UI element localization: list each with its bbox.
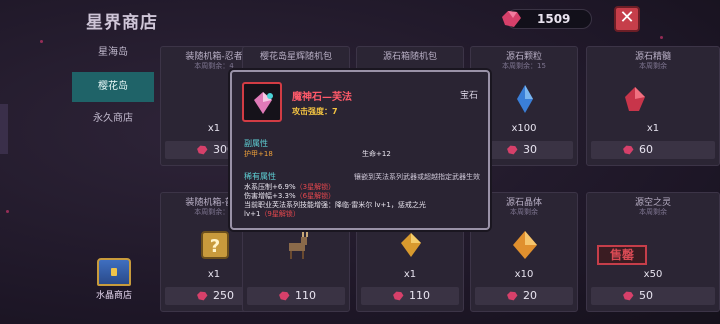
card-quantity: x1 <box>646 123 660 134</box>
shop-card[interactable]: 源石精髓 本周剩余 x1 60 <box>586 46 720 166</box>
item-type: 宝石 <box>459 91 478 101</box>
demon-gem-icon <box>254 92 273 114</box>
crystal-shop-button[interactable]: 水晶商店 <box>82 258 146 314</box>
sidebar-item-sakura-island[interactable]: 樱花岛 <box>72 72 154 102</box>
sidebar-item-star-sea-island[interactable]: 星海岛 <box>72 38 154 68</box>
currency-value: 1509 <box>537 12 571 26</box>
armor-attribute: 护甲+18 <box>244 150 273 158</box>
sold-out-badge: 售罄 <box>597 245 647 265</box>
crystal-currency-icon <box>507 291 518 301</box>
price-value: 110 <box>295 289 316 302</box>
mystery-box-icon: ? <box>201 231 229 259</box>
crystal-shop-label: 水晶商店 <box>95 291 132 301</box>
crystal-currency-icon <box>197 145 208 155</box>
crystal-currency-icon <box>197 291 208 301</box>
item-detail-popup: 魔神石—芙法 宝石 攻击强度：7 副属性 护甲+18 生命+12 稀有属性 镶嵌… <box>230 70 490 230</box>
rare-attributes-label: 稀有属性 <box>244 172 276 181</box>
price-bar[interactable]: 50 <box>591 287 715 305</box>
shop-card[interactable]: 源空之灵 本周剩余 售罄 x50 50 <box>586 192 720 312</box>
deer-pet-icon <box>289 231 308 259</box>
price-bar[interactable]: 110 <box>361 287 459 305</box>
price-value: 50 <box>639 289 653 302</box>
item-name: 魔神石—芙法 <box>292 92 352 103</box>
page-title: 星界商店 <box>86 13 158 33</box>
shop-header: 星界商店 1509 ✕ <box>0 0 720 38</box>
card-title: 樱花岛星辉随机包 <box>259 52 332 62</box>
card-stock: 本周剩余 <box>639 62 667 70</box>
blue-crystal-icon <box>517 85 533 113</box>
attack-power: 攻击强度：7 <box>292 107 338 116</box>
svg-text:?: ? <box>210 236 220 257</box>
price-bar[interactable]: 20 <box>475 287 573 305</box>
rare-attribute-line: lv+1（9星解锁） <box>244 210 300 218</box>
card-title: 源石箱随机包 <box>382 52 437 62</box>
card-quantity: x1 <box>403 269 417 280</box>
price-value: 250 <box>213 289 234 302</box>
orange-crystal-icon <box>513 231 537 259</box>
crystal-currency-icon <box>623 145 634 155</box>
red-crystal-icon <box>625 87 645 111</box>
sidebar-edge <box>0 104 8 154</box>
item-frame <box>242 82 282 122</box>
price-value: 30 <box>523 143 537 156</box>
price-value: 20 <box>523 289 537 302</box>
sidebar-item-permanent-shop[interactable]: 永久商店 <box>72 104 154 134</box>
price-value: 110 <box>409 289 430 302</box>
price-bar[interactable]: 60 <box>591 141 715 159</box>
price-value: 60 <box>639 143 653 156</box>
card-quantity: x10 <box>514 269 534 280</box>
currency-display: 1509 <box>502 9 592 29</box>
crystal-currency-icon <box>623 291 634 301</box>
price-bar[interactable]: 110 <box>247 287 345 305</box>
shop-screen: 星界商店 1509 ✕ 星海岛 樱花岛 永久商店 水晶商店 装随机箱-忍者 本周… <box>0 0 720 324</box>
card-stock: 本周剩余 <box>639 208 667 216</box>
treasure-chest-icon <box>97 258 131 286</box>
close-button[interactable]: ✕ <box>614 6 640 32</box>
sub-attributes-label: 副属性 <box>244 139 268 148</box>
crystal-currency-icon <box>279 291 290 301</box>
crystal-currency-icon <box>507 145 518 155</box>
gold-shard-icon <box>401 233 421 257</box>
socket-note: 镶嵌到芙法系列武器或超越指定武器生效 <box>354 173 480 181</box>
card-quantity: x50 <box>643 269 663 280</box>
crystal-currency-icon <box>502 11 521 27</box>
hp-attribute: 生命+12 <box>362 150 391 158</box>
crystal-currency-icon <box>393 291 404 301</box>
